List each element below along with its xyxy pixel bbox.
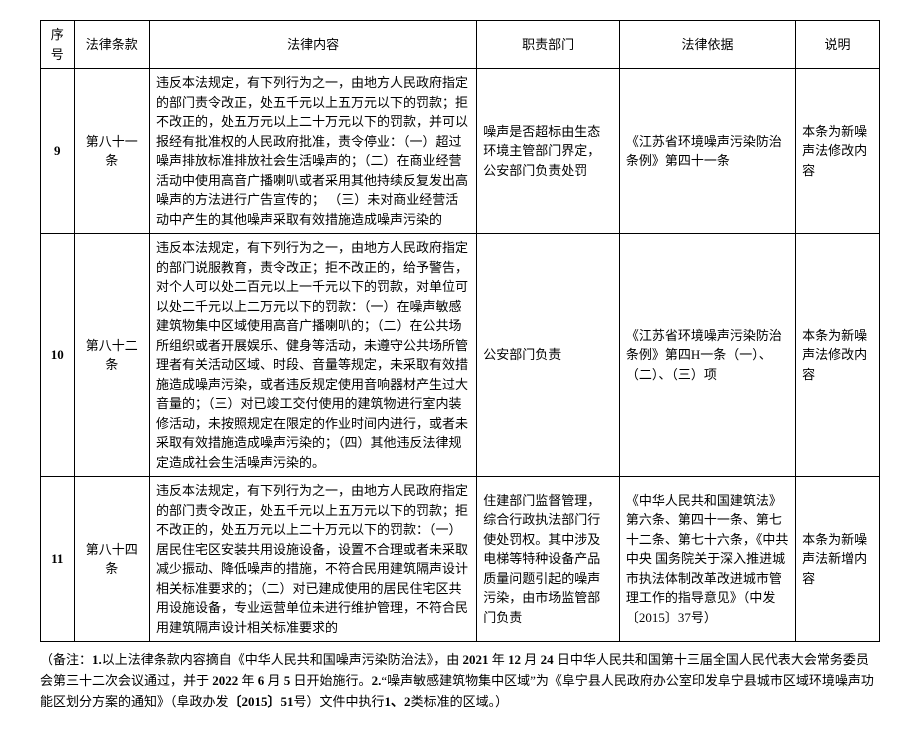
footnote-text: 类标准的区域。） [411,694,509,709]
footnote-text: 月 [268,673,281,688]
footnote-text: 号）文件中执行 [294,694,385,709]
footnote-text: 月 [524,652,537,667]
header-dept: 职责部门 [477,21,620,69]
cell-dept: 住建部门监督管理，综合行政执法部门行使处罚权。其中涉及电梯等特种设备产品质量问题… [477,477,620,642]
footnote-docno: 〔2015〕51 [229,694,294,709]
cell-content: 违反本法规定，有下列行为之一，由地方人民政府指定的部门说服教育，责令改正；拒不改… [150,234,477,477]
cell-basis: 《江苏省环境噪声污染防治条例》第四十一条 [619,69,795,234]
footnote-month: 6 [255,673,268,688]
header-content: 法律内容 [150,21,477,69]
cell-content: 违反本法规定，有下列行为之一，由地方人民政府指定的部门责令改正，处五千元以上五万… [150,69,477,234]
footnote-month: 12 [505,652,525,667]
law-table: 序号 法律条款 法律内容 职责部门 法律依据 说明 9 第八十一条 违反本法规定… [40,20,880,642]
footnote-text: 年 [242,673,255,688]
cell-note: 本条为新噪声法修改内容 [796,234,880,477]
cell-article: 第八十四条 [74,477,150,642]
table-row: 10 第八十二条 违反本法规定，有下列行为之一，由地方人民政府指定的部门说服教育… [41,234,880,477]
table-header-row: 序号 法律条款 法律内容 职责部门 法律依据 说明 [41,21,880,69]
table-row: 9 第八十一条 违反本法规定，有下列行为之一，由地方人民政府指定的部门责令改正，… [41,69,880,234]
footnote: （备注：1.以上法律条款内容摘自《中华人民共和国噪声污染防治法》，由 2021 … [40,650,880,712]
cell-dept: 公安部门负责 [477,234,620,477]
cell-idx: 10 [41,234,75,477]
footnote-year: 2022 [209,673,242,688]
cell-basis: 《江苏省环境噪声污染防治条例》第四H一条（一）、（二）、（三）项 [619,234,795,477]
cell-note: 本条为新噪声法新增内容 [796,477,880,642]
cell-idx: 9 [41,69,75,234]
header-note: 说明 [796,21,880,69]
header-idx: 序号 [41,21,75,69]
footnote-day: 24 [537,652,557,667]
cell-basis: 《中华人民共和国建筑法》第六条、第四十一条、第七十二条、第七十六条，《中共中央 … [619,477,795,642]
cell-note: 本条为新噪声法修改内容 [796,69,880,234]
footnote-day: 5 [281,673,294,688]
header-article: 法律条款 [74,21,150,69]
footnote-prefix: （备注： [40,652,92,667]
footnote-year: 2021 [459,652,492,667]
footnote-text: 日开始施行。 [294,673,372,688]
cell-article: 第八十一条 [74,69,150,234]
footnote-two-label: 2. [372,673,382,688]
cell-article: 第八十二条 [74,234,150,477]
footnote-class: 1、2 [385,694,411,709]
table-row: 11 第八十四条 违反本法规定，有下列行为之一，由地方人民政府指定的部门责令改正… [41,477,880,642]
footnote-text: 年 [492,652,505,667]
cell-content: 违反本法规定，有下列行为之一，由地方人民政府指定的部门责令改正，处五千元以上五万… [150,477,477,642]
header-basis: 法律依据 [619,21,795,69]
cell-dept: 噪声是否超标由生态环境主管部门界定，公安部门负责处罚 [477,69,620,234]
cell-idx: 11 [41,477,75,642]
footnote-text: 以上法律条款内容摘自《中华人民共和国噪声污染防治法》，由 [102,652,460,667]
footnote-one-label: 1. [92,652,102,667]
